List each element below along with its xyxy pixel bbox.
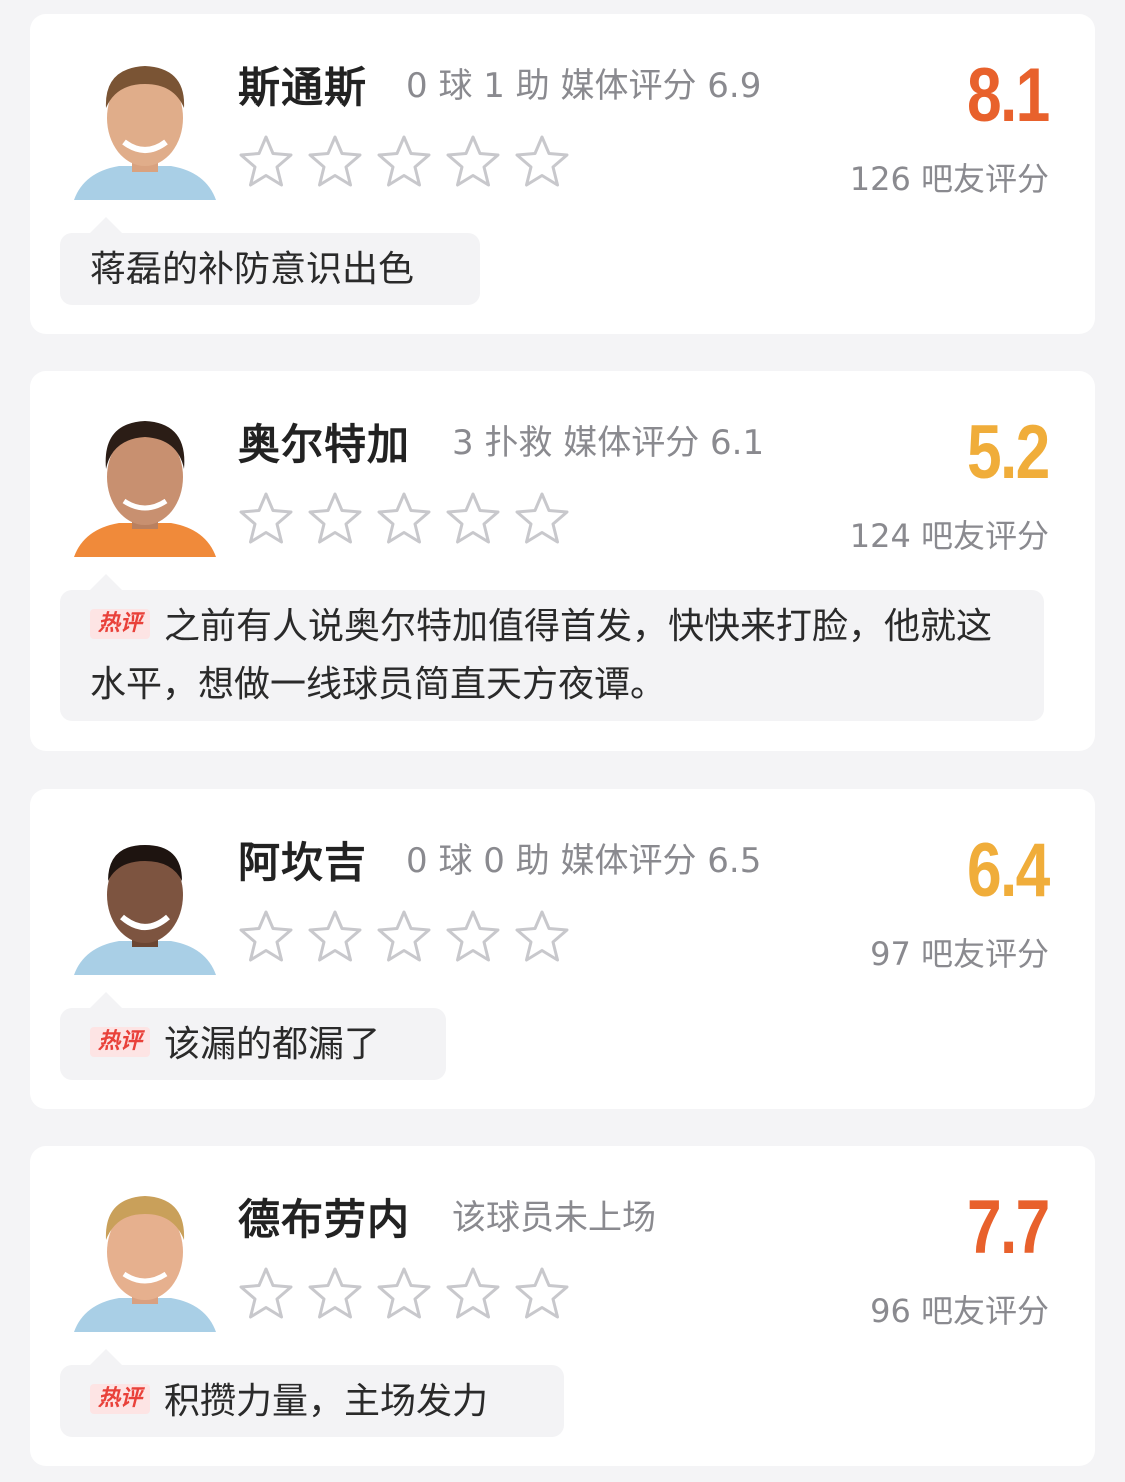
player-avatar xyxy=(74,50,216,200)
player-card: 斯通斯 0 球 1 助 媒体评分 6.9 8.1 126 吧友评分 蒋磊的补防意… xyxy=(30,14,1095,334)
fan-score: 8.1 xyxy=(967,53,1050,138)
fan-rating-count: 96 吧友评分 xyxy=(870,1292,1049,1330)
star-outline-icon[interactable] xyxy=(514,491,570,547)
star-outline-icon[interactable] xyxy=(445,491,501,547)
player-name: 奥尔特加 xyxy=(238,420,411,469)
comment-bubble[interactable]: 蒋磊的补防意识出色 xyxy=(60,217,480,305)
player-name: 斯通斯 xyxy=(238,63,368,112)
player-card: 德布劳内 该球员未上场 7.7 96 吧友评分 热评 积攒力量，主场发力 xyxy=(30,1146,1095,1466)
comment-text: 之前有人说奥尔特加值得首发，快快来打脸，他就这水平，想做一线球员简直天方夜谭。 xyxy=(90,606,993,705)
star-outline-icon[interactable] xyxy=(445,134,501,190)
hot-comment-tag: 热评 xyxy=(90,1027,151,1057)
star-outline-icon[interactable] xyxy=(514,1266,570,1322)
player-stats: 该球员未上场 xyxy=(452,1198,656,1238)
comment-text: 该漏的都漏了 xyxy=(164,1024,381,1065)
star-rating[interactable] xyxy=(238,1266,583,1322)
fan-score: 5.2 xyxy=(967,410,1050,495)
fan-score: 7.7 xyxy=(967,1185,1050,1270)
star-outline-icon[interactable] xyxy=(445,1266,501,1322)
star-outline-icon[interactable] xyxy=(238,491,294,547)
star-outline-icon[interactable] xyxy=(307,491,363,547)
hot-comment-tag: 热评 xyxy=(90,609,151,639)
player-avatar xyxy=(74,1182,216,1332)
fan-rating-count: 97 吧友评分 xyxy=(870,935,1049,973)
player-card: 阿坎吉 0 球 0 助 媒体评分 6.5 6.4 97 吧友评分 热评 该漏的都漏… xyxy=(30,789,1095,1109)
star-rating[interactable] xyxy=(238,909,583,965)
player-avatar xyxy=(74,825,216,975)
comment-bubble[interactable]: 热评 之前有人说奥尔特加值得首发，快快来打脸，他就这水平，想做一线球员简直天方夜谭… xyxy=(60,574,1044,721)
star-outline-icon[interactable] xyxy=(307,134,363,190)
star-outline-icon[interactable] xyxy=(376,134,432,190)
star-outline-icon[interactable] xyxy=(445,909,501,965)
player-avatar xyxy=(74,407,216,557)
star-outline-icon[interactable] xyxy=(514,134,570,190)
star-outline-icon[interactable] xyxy=(376,1266,432,1322)
star-outline-icon[interactable] xyxy=(307,1266,363,1322)
player-name: 德布劳内 xyxy=(238,1195,411,1244)
star-outline-icon[interactable] xyxy=(376,491,432,547)
star-outline-icon[interactable] xyxy=(514,909,570,965)
fan-rating-count: 124 吧友评分 xyxy=(849,517,1049,555)
hot-comment-tag: 热评 xyxy=(90,1384,151,1414)
comment-text: 蒋磊的补防意识出色 xyxy=(90,249,415,290)
star-outline-icon[interactable] xyxy=(238,1266,294,1322)
player-stats: 0 球 1 助 媒体评分 6.9 xyxy=(406,66,762,106)
player-stats: 0 球 0 助 媒体评分 6.5 xyxy=(406,841,762,881)
star-outline-icon[interactable] xyxy=(238,134,294,190)
star-rating[interactable] xyxy=(238,491,583,547)
fan-rating-count: 126 吧友评分 xyxy=(849,160,1049,198)
star-outline-icon[interactable] xyxy=(376,909,432,965)
player-stats: 3 扑救 媒体评分 6.1 xyxy=(452,423,765,463)
comment-bubble[interactable]: 热评 该漏的都漏了 xyxy=(60,992,446,1080)
comment-text: 积攒力量，主场发力 xyxy=(164,1381,489,1422)
star-outline-icon[interactable] xyxy=(307,909,363,965)
comment-bubble[interactable]: 热评 积攒力量，主场发力 xyxy=(60,1349,564,1437)
star-outline-icon[interactable] xyxy=(238,909,294,965)
player-card: 奥尔特加 3 扑救 媒体评分 6.1 5.2 124 吧友评分 热评 之前有人说奥… xyxy=(30,371,1095,751)
fan-score: 6.4 xyxy=(967,828,1050,913)
player-name: 阿坎吉 xyxy=(238,838,368,887)
star-rating[interactable] xyxy=(238,134,583,190)
